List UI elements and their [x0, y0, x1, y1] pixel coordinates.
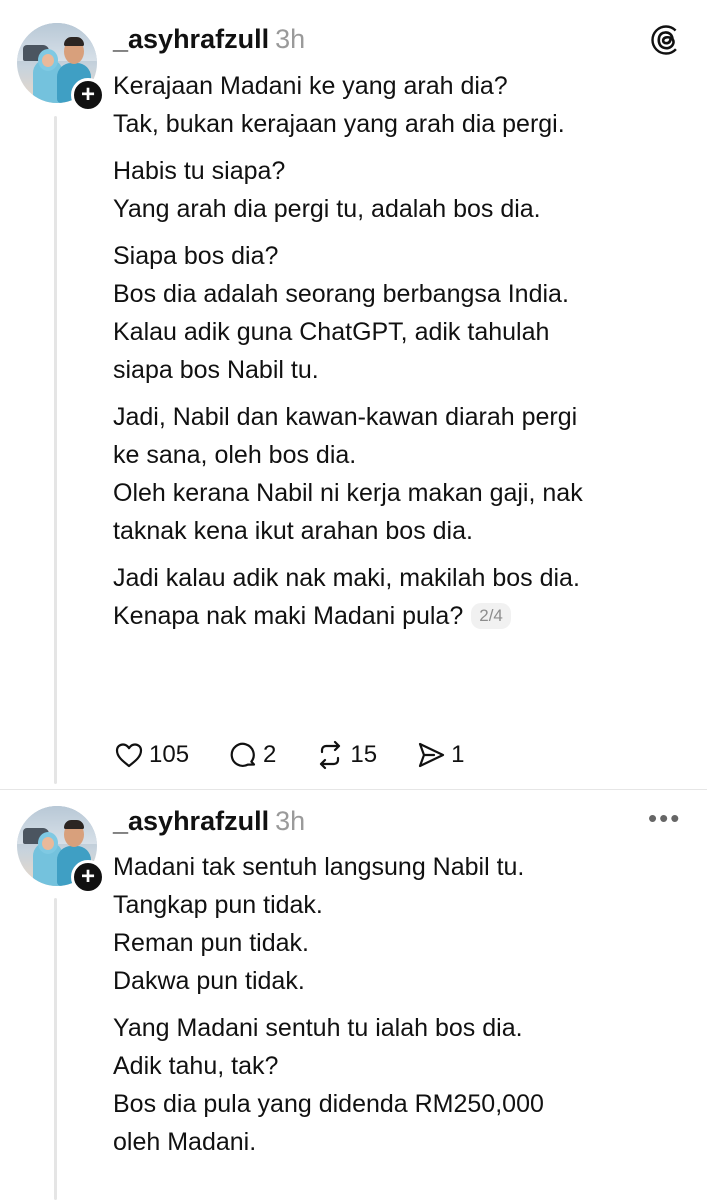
post-line: Madani tak sentuh langsung Nabil tu.: [113, 853, 525, 881]
reply-count: 2: [263, 741, 277, 768]
post-line: Reman pun tidak.: [113, 929, 309, 957]
follow-plus-icon[interactable]: +: [71, 860, 105, 894]
share-count: 1: [451, 741, 465, 768]
comment-icon: [230, 742, 256, 767]
share-button[interactable]: 1: [415, 739, 464, 771]
post-line: Bos dia pula yang didenda RM250,000: [113, 1090, 544, 1118]
thread-connector-line: [54, 898, 57, 1200]
post-line-text: Kenapa nak maki Madani pula?: [113, 602, 464, 630]
like-count: 105: [149, 741, 190, 768]
repost-count: 15: [350, 741, 378, 768]
username-text[interactable]: _asyhrafzull: [113, 806, 269, 836]
username-text[interactable]: _asyhrafzull: [113, 24, 269, 54]
post-line: Yang arah dia pergi tu, adalah bos dia.: [113, 195, 541, 223]
post-line: Tak, bukan kerajaan yang arah dia pergi.: [113, 110, 565, 138]
post-line: Bos dia adalah seorang berbangsa India.: [113, 280, 569, 308]
post-line: Oleh kerana Nabil ni kerja makan gaji, n…: [113, 479, 583, 507]
post-line: Adik tahu, tak?: [113, 1052, 279, 1080]
post-actions: 105 2 15 1: [113, 735, 502, 775]
post-body: Kerajaan Madani ke yang arah dia? Tak, b…: [113, 67, 683, 635]
page-indicator-badge: 2/4: [471, 603, 511, 629]
post-line: taknak kena ikut arahan bos dia.: [113, 517, 473, 545]
post-line: Yang Madani sentuh tu ialah bos dia.: [113, 1014, 523, 1042]
post-line: Tangkap pun tidak.: [113, 891, 323, 919]
thread-post: + _asyhrafzull 3h Kerajaan Madani ke yang…: [0, 0, 707, 790]
repost-button[interactable]: 15: [314, 739, 377, 771]
reply-button[interactable]: 2: [227, 739, 276, 771]
post-line: Kalau adik guna ChatGPT, adik tahulah: [113, 318, 550, 346]
post-line-last: Kenapa nak maki Madani pula? 2/4: [113, 597, 683, 635]
post-line: Habis tu siapa?: [113, 157, 286, 185]
thread-post: + _asyhrafzull 3h ••• Madani tak sentuh l…: [0, 790, 707, 1200]
post-line: siapa bos Nabil tu.: [113, 356, 319, 384]
post-time: 3h: [275, 806, 306, 836]
thread-connector-line: [54, 116, 57, 784]
send-icon: [419, 742, 445, 768]
heart-icon: [115, 743, 143, 768]
post-line: oleh Madani.: [113, 1128, 257, 1156]
follow-plus-icon[interactable]: +: [71, 78, 105, 112]
post-line: Kerajaan Madani ke yang arah dia?: [113, 72, 508, 100]
post-line: Jadi, Nabil dan kawan-kawan diarah pergi: [113, 403, 578, 431]
more-options-icon[interactable]: •••: [648, 805, 681, 831]
post-line: Jadi kalau adik nak maki, makilah bos di…: [113, 564, 580, 592]
username[interactable]: _asyhrafzull 3h: [113, 24, 305, 55]
username[interactable]: _asyhrafzull 3h: [113, 806, 305, 837]
post-line: Dakwa pun tidak.: [113, 967, 305, 995]
post-time: 3h: [275, 24, 306, 54]
threads-logo-icon[interactable]: [650, 24, 682, 56]
post-line: Siapa bos dia?: [113, 242, 279, 270]
post-line: ke sana, oleh bos dia.: [113, 441, 357, 469]
like-button[interactable]: 105: [113, 739, 189, 771]
repost-icon: [320, 740, 341, 770]
post-body: Madani tak sentuh langsung Nabil tu. Tan…: [113, 848, 683, 1161]
